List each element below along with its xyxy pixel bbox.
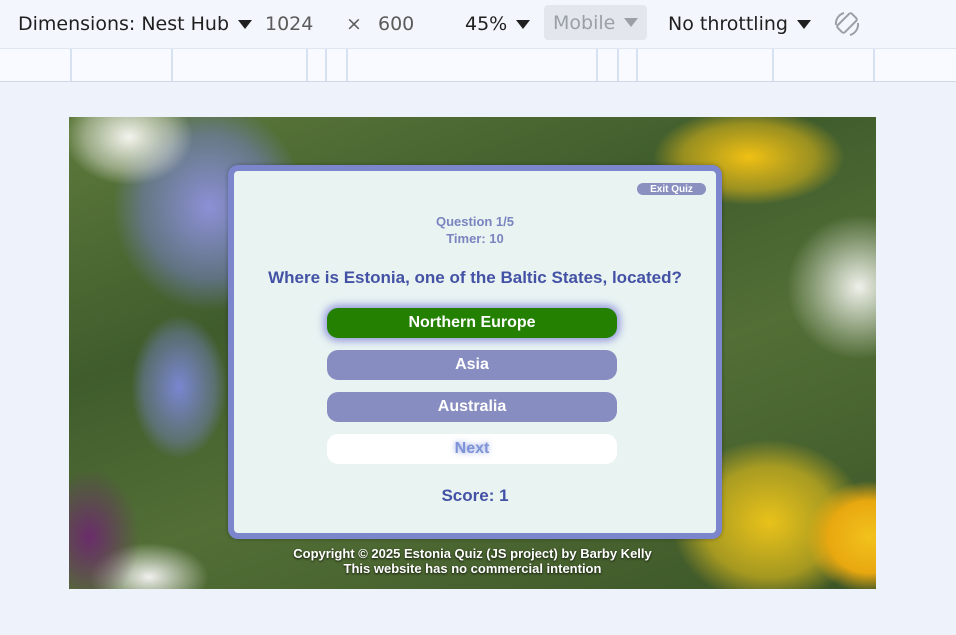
answer-button-northern-europe[interactable]: Northern Europe bbox=[327, 308, 617, 338]
question-counter: Question 1/5 bbox=[435, 214, 515, 229]
ruler-mark bbox=[70, 49, 72, 81]
media-query-ruler bbox=[0, 48, 956, 82]
dimensions-label: Dimensions: Nest Hub bbox=[18, 13, 230, 35]
device-mode-label: Mobile bbox=[553, 11, 616, 34]
quiz-card: Exit Quiz Question 1/5 Timer: 10 Where i… bbox=[228, 165, 722, 539]
zoom-dropdown[interactable]: 45% bbox=[465, 0, 531, 48]
chevron-down-icon bbox=[238, 19, 253, 29]
copyright-text: Copyright © 2025 Estonia Quiz (JS projec… bbox=[293, 546, 652, 561]
ruler-mark bbox=[617, 49, 619, 81]
answer-button-australia[interactable]: Australia bbox=[327, 392, 617, 422]
ruler-mark bbox=[772, 49, 774, 81]
chevron-down-icon bbox=[516, 19, 531, 29]
timer: Timer: 10 bbox=[446, 231, 504, 246]
ruler-mark bbox=[346, 49, 348, 81]
chevron-down-icon bbox=[624, 18, 639, 27]
zoom-label: 45% bbox=[465, 13, 508, 35]
throttling-label: No throttling bbox=[668, 13, 788, 35]
width-input[interactable]: 1024 bbox=[265, 0, 313, 48]
ruler-mark bbox=[171, 49, 173, 81]
footer: Copyright © 2025 Estonia Quiz (JS projec… bbox=[69, 546, 876, 576]
ruler-mark bbox=[873, 49, 875, 81]
chevron-down-icon bbox=[796, 19, 811, 29]
devtools-toolbar: Dimensions: Nest Hub 1024 × 600 45% Mobi… bbox=[0, 0, 956, 48]
next-button[interactable]: Next bbox=[327, 434, 617, 464]
disclaimer-text: This website has no commercial intention bbox=[343, 561, 602, 576]
ruler-mark bbox=[306, 49, 308, 81]
rotate-button[interactable] bbox=[832, 0, 862, 48]
dimensions-dropdown[interactable]: Dimensions: Nest Hub bbox=[18, 0, 253, 48]
ruler-mark bbox=[636, 49, 638, 81]
ruler-mark bbox=[596, 49, 598, 81]
throttling-dropdown[interactable]: No throttling bbox=[668, 0, 811, 48]
device-mode-dropdown[interactable]: Mobile bbox=[544, 5, 648, 40]
question-text: Where is Estonia, one of the Baltic Stat… bbox=[268, 268, 682, 287]
rotate-icon bbox=[834, 12, 860, 36]
exit-quiz-button[interactable]: Exit Quiz bbox=[637, 183, 706, 195]
emulated-viewport: Exit Quiz Question 1/5 Timer: 10 Where i… bbox=[69, 117, 876, 589]
answer-button-asia[interactable]: Asia bbox=[327, 350, 617, 380]
score: Score: 1 bbox=[441, 486, 509, 505]
height-input[interactable]: 600 bbox=[378, 0, 414, 48]
ruler-mark bbox=[325, 49, 327, 81]
times-sign: × bbox=[346, 13, 362, 35]
